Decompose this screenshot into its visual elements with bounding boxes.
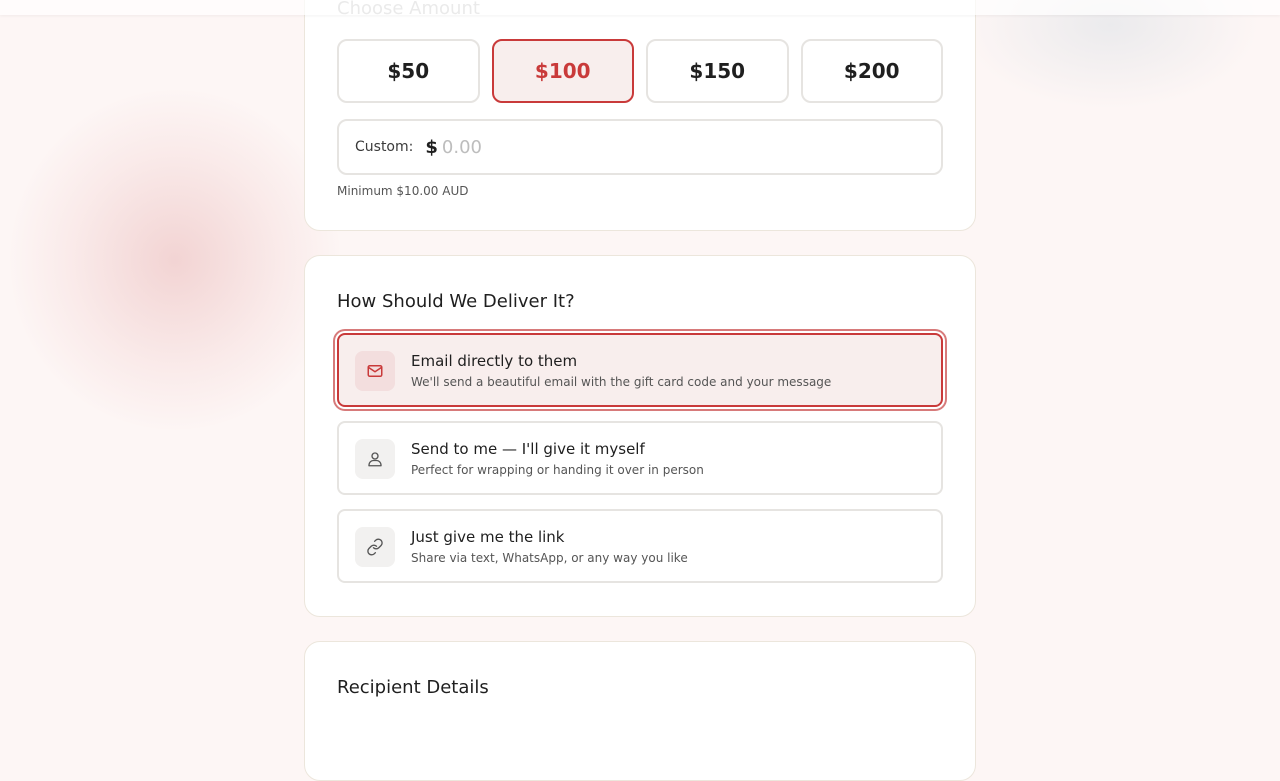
amount-option-150[interactable]: $150	[646, 39, 789, 103]
delivery-option-email[interactable]: Email directly to them We'll send a beau…	[337, 333, 943, 407]
custom-amount-field[interactable]: Custom: $	[337, 119, 943, 175]
custom-amount-label: Custom:	[355, 139, 414, 155]
delivery-section-title: How Should We Deliver It?	[337, 291, 575, 312]
delivery-option-description: Share via text, WhatsApp, or any way you…	[411, 551, 688, 565]
top-bar	[0, 0, 1280, 15]
delivery-option-title: Email directly to them	[411, 352, 578, 370]
delivery-option-link[interactable]: Just give me the link Share via text, Wh…	[337, 509, 943, 583]
delivery-option-self[interactable]: Send to me — I'll give it myself Perfect…	[337, 421, 943, 495]
delivery-option-description: We'll send a beautiful email with the gi…	[411, 375, 832, 389]
delivery-option-title: Send to me — I'll give it myself	[411, 440, 645, 458]
amount-option-200[interactable]: $200	[800, 39, 943, 103]
recipient-section-title: Recipient Details	[337, 677, 489, 698]
mail-icon	[355, 351, 395, 391]
recipient-card: Recipient Details	[304, 641, 976, 781]
currency-symbol: $	[425, 136, 438, 158]
link-icon	[355, 527, 395, 567]
amount-option-100[interactable]: $100	[491, 39, 634, 103]
minimum-amount-hint: Minimum $10.00 AUD	[337, 184, 469, 198]
user-icon	[355, 439, 395, 479]
background-blob-left	[10, 90, 340, 430]
amount-option-50[interactable]: $50	[337, 39, 480, 103]
amount-card: Choose Amount $50 $100 $150 $200 Custom:…	[304, 0, 976, 231]
custom-amount-input[interactable]	[441, 136, 842, 158]
delivery-card: How Should We Deliver It? Email directly…	[304, 255, 976, 617]
delivery-option-title: Just give me the link	[411, 528, 565, 546]
amount-options: $50 $100 $150 $200	[337, 39, 943, 103]
background-blob-right	[960, 0, 1260, 110]
delivery-option-description: Perfect for wrapping or handing it over …	[411, 463, 704, 477]
